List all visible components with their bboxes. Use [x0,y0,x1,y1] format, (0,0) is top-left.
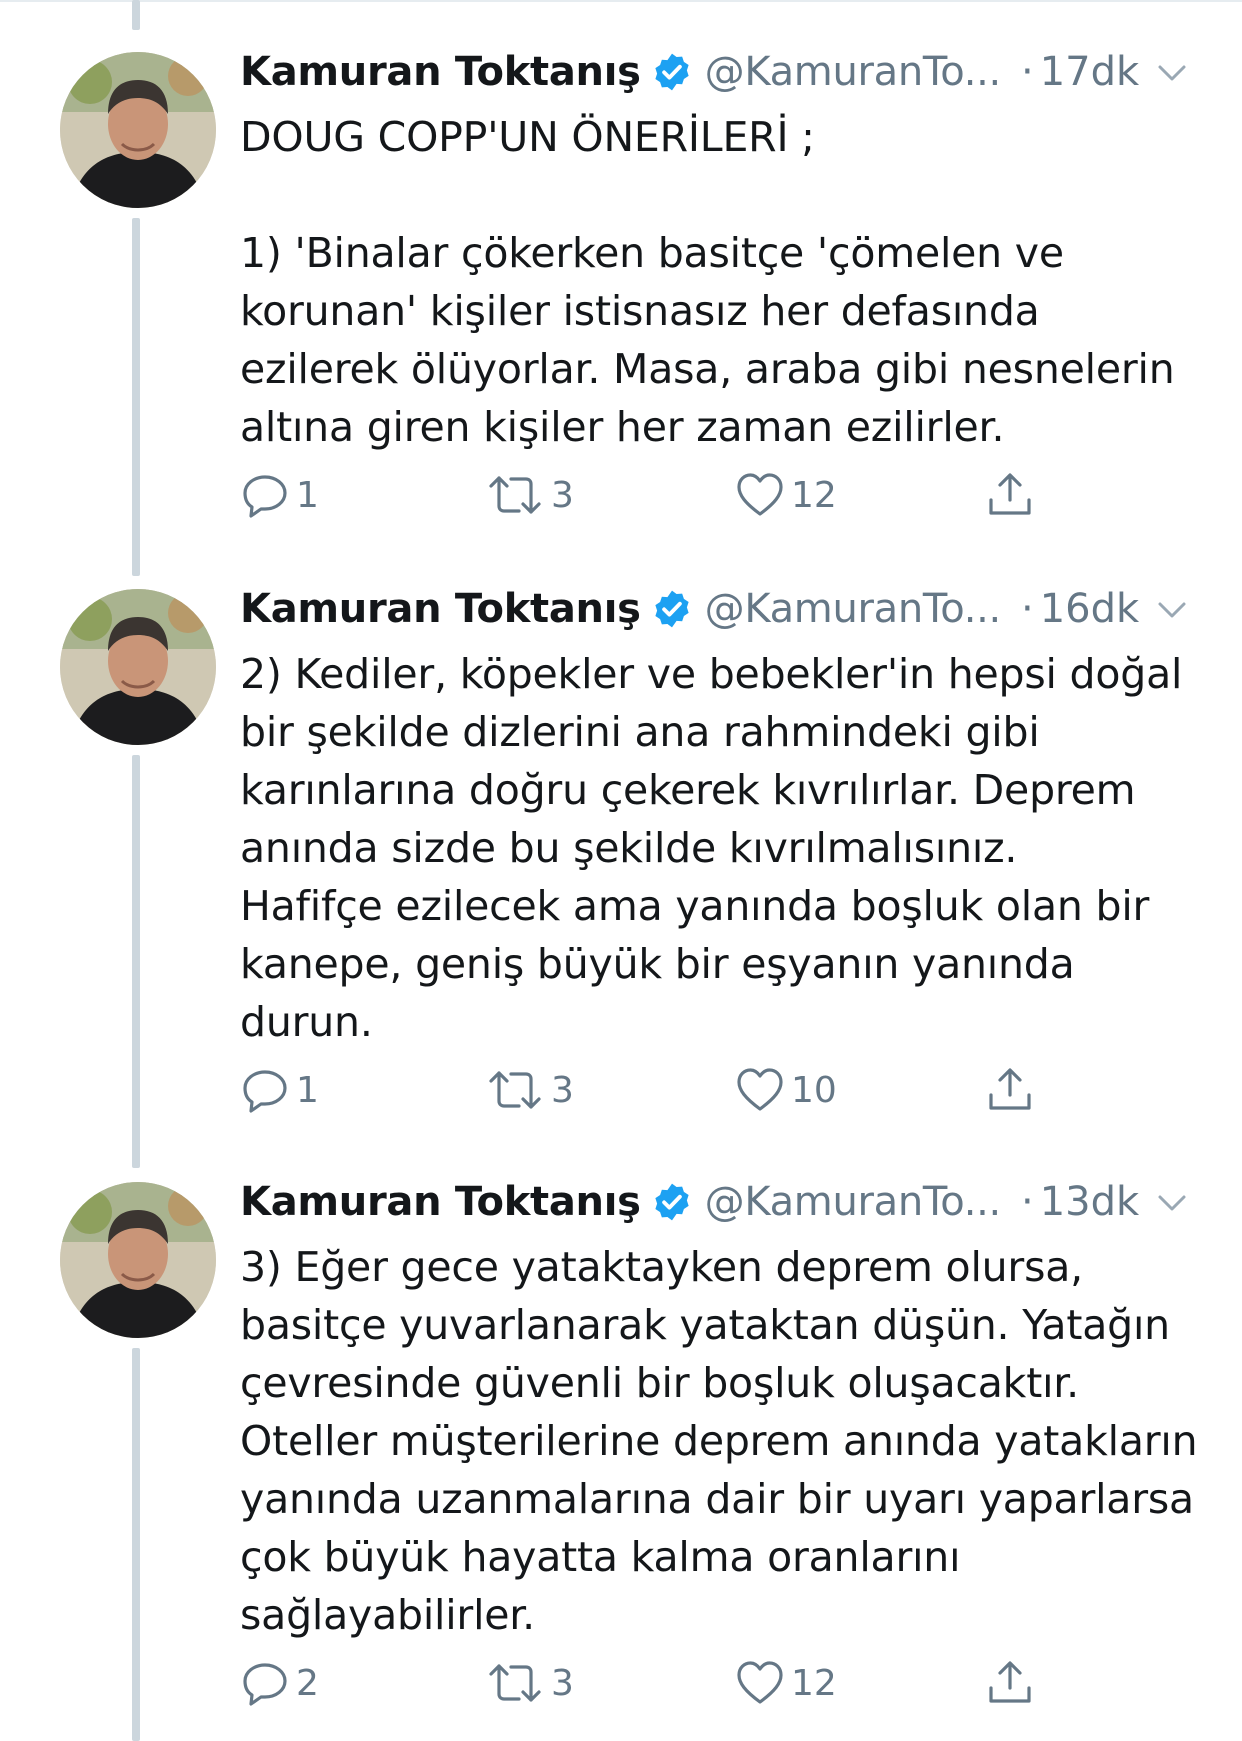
share-button[interactable] [985,470,1035,520]
reply-count: 1 [296,474,319,516]
author-name[interactable]: Kamuran Toktanış [240,1179,641,1225]
top-divider [0,0,1242,2]
verified-badge-icon [655,1183,689,1221]
tweet-time[interactable]: 13dk [1040,1179,1139,1225]
verified-badge-icon [655,53,689,91]
reply-icon [243,475,287,518]
reply-button[interactable]: 1 [240,470,319,520]
retweet-button[interactable]: 3 [485,1658,574,1708]
tweet-actions: 1 3 12 [240,470,1040,526]
like-count: 10 [791,1069,837,1111]
reply-button[interactable]: 1 [240,1065,319,1115]
chevron-down-icon[interactable] [1152,54,1192,90]
retweet-button[interactable]: 3 [485,470,574,520]
like-icon [737,1068,783,1111]
reply-count: 2 [296,1662,319,1704]
separator-dot: · [1020,49,1034,95]
share-icon [989,1661,1031,1703]
retweet-count: 3 [551,1662,574,1704]
like-count: 12 [791,474,837,516]
author-handle[interactable]: @KamuranTo... [705,586,1002,632]
chevron-down-icon[interactable] [1152,591,1192,627]
avatar-photo [60,52,216,208]
tweet-actions: 2 3 12 [240,1658,1040,1714]
like-icon [737,473,783,516]
like-button[interactable]: 10 [735,1065,837,1115]
retweet-icon [489,1071,541,1109]
tweet-text: DOUG COPP'UN ÖNERİLERİ ; 1) 'Binalar çök… [240,113,1175,451]
chevron-down-icon[interactable] [1152,1184,1192,1220]
separator-dot: · [1020,1179,1034,1225]
avatar[interactable] [60,52,216,208]
share-button[interactable] [985,1658,1035,1708]
tweet-time[interactable]: 17dk [1040,49,1139,95]
retweet-count: 3 [551,1069,574,1111]
reply-icon [243,1663,287,1706]
tweet-text: 3) Eğer gece yataktayken deprem olursa, … [240,1243,1198,1639]
tweet-actions: 1 3 10 [240,1065,1040,1121]
verified-badge-icon [655,590,689,628]
author-handle[interactable]: @KamuranTo... [705,49,1002,95]
like-icon [737,1661,783,1704]
like-count: 12 [791,1662,837,1704]
avatar[interactable] [60,1182,216,1338]
author-name[interactable]: Kamuran Toktanış [240,586,641,632]
tweet[interactable]: Kamuran Toktanış @KamuranTo... · 13dk 3)… [0,1170,1242,1740]
share-button[interactable] [985,1065,1035,1115]
tweet-header: Kamuran Toktanış @KamuranTo... · 13dk [240,1170,1192,1234]
thread-line [132,0,140,30]
avatar[interactable] [60,589,216,745]
separator-dot: · [1020,586,1034,632]
retweet-icon [489,476,541,514]
tweet-header: Kamuran Toktanış @KamuranTo... · 17dk [240,40,1192,104]
reply-icon [243,1070,287,1113]
like-button[interactable]: 12 [735,470,837,520]
tweet-header: Kamuran Toktanış @KamuranTo... · 16dk [240,577,1192,641]
reply-button[interactable]: 2 [240,1658,319,1708]
retweet-icon [489,1664,541,1702]
tweet-time[interactable]: 16dk [1040,586,1139,632]
reply-count: 1 [296,1069,319,1111]
avatar-photo [60,589,216,745]
tweet[interactable]: Kamuran Toktanış @KamuranTo... · 16dk 2)… [0,577,1242,1147]
author-name[interactable]: Kamuran Toktanış [240,49,641,95]
tweet[interactable]: Kamuran Toktanış @KamuranTo... · 17dk DO… [0,40,1242,560]
like-button[interactable]: 12 [735,1658,837,1708]
retweet-count: 3 [551,474,574,516]
share-icon [989,473,1031,515]
tweet-text: 2) Kediler, köpekler ve bebekler'in heps… [240,650,1183,1046]
author-handle[interactable]: @KamuranTo... [705,1179,1002,1225]
retweet-button[interactable]: 3 [485,1065,574,1115]
share-icon [989,1068,1031,1110]
avatar-photo [60,1182,216,1338]
